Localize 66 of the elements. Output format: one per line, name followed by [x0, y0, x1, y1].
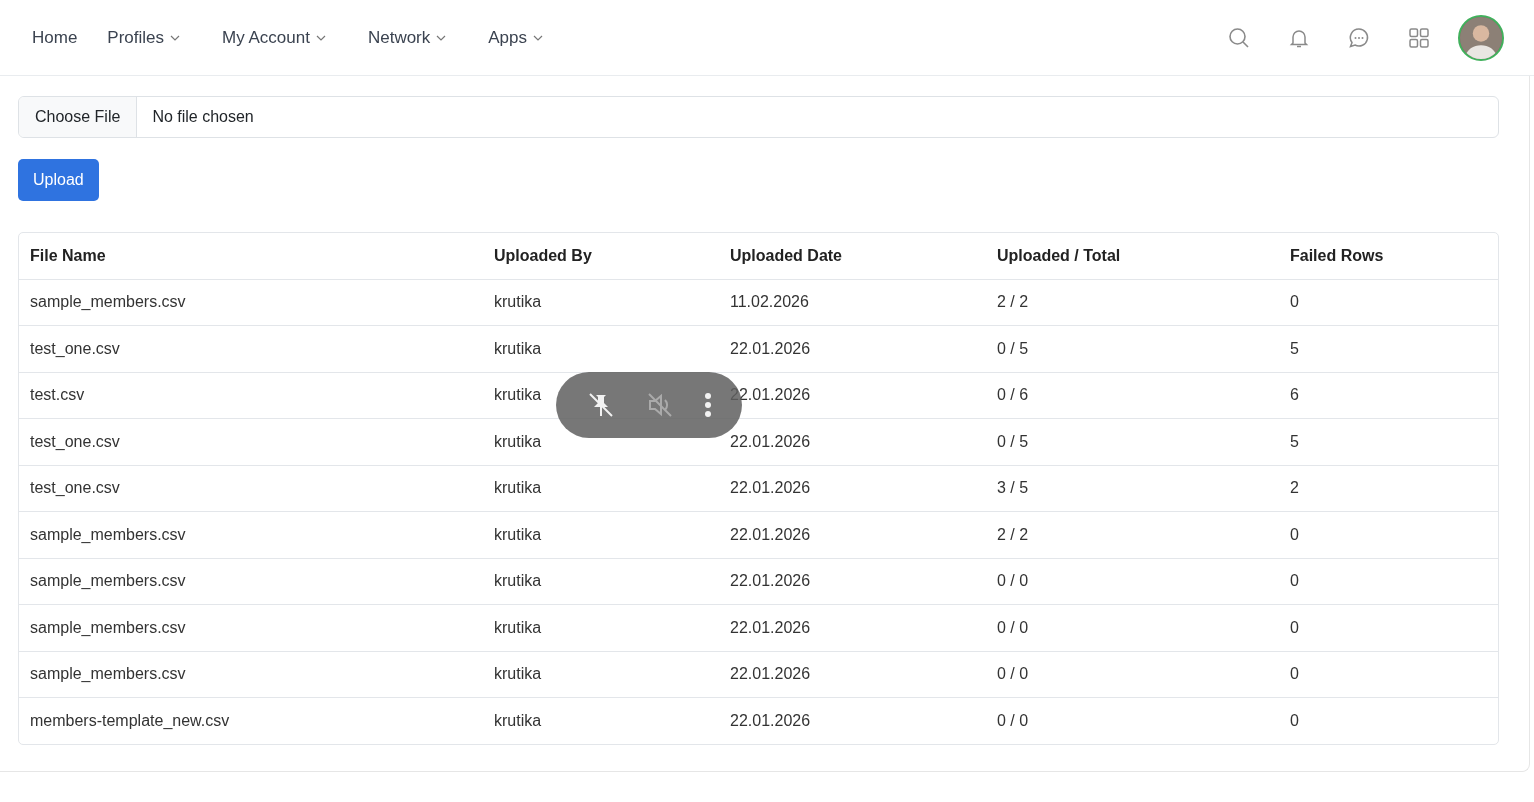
chevron-down-icon: [170, 34, 181, 41]
table-cell: 22.01.2026: [719, 325, 986, 372]
table-cell: 5: [1279, 418, 1498, 465]
table-cell: 0 / 0: [986, 697, 1279, 744]
column-header: Uploaded By: [483, 233, 719, 279]
table-cell: 22.01.2026: [719, 651, 986, 698]
table-cell: 0 / 5: [986, 418, 1279, 465]
table-cell: 22.01.2026: [719, 697, 986, 744]
table-cell: sample_members.csv: [19, 279, 483, 326]
table-cell: 3 / 5: [986, 465, 1279, 512]
table-cell: krutika: [483, 279, 719, 326]
table-cell: krutika: [483, 604, 719, 651]
table-cell: 0 / 5: [986, 325, 1279, 372]
table-cell: 22.01.2026: [719, 465, 986, 512]
chevron-down-icon: [533, 34, 544, 41]
table-cell: 6: [1279, 372, 1498, 419]
table-cell: sample_members.csv: [19, 511, 483, 558]
table-cell: 22.01.2026: [719, 604, 986, 651]
table-cell: members-template_new.csv: [19, 697, 483, 744]
apps-grid-icon[interactable]: [1408, 26, 1430, 49]
nav-link[interactable]: My Account: [222, 24, 326, 51]
column-header: Uploaded / Total: [986, 233, 1279, 279]
table-cell: 0: [1279, 279, 1498, 326]
file-input[interactable]: Choose File No file chosen: [18, 96, 1499, 138]
table-cell: 11.02.2026: [719, 279, 986, 326]
table-cell: 2: [1279, 465, 1498, 512]
nav-link[interactable]: Profiles: [107, 24, 181, 51]
table-cell: krutika: [483, 697, 719, 744]
table-cell: 0: [1279, 511, 1498, 558]
table-cell: test.csv: [19, 372, 483, 419]
nav-link[interactable]: Network: [367, 24, 447, 51]
avatar[interactable]: [1458, 14, 1504, 61]
table-cell: test_one.csv: [19, 325, 483, 372]
search-icon[interactable]: [1228, 26, 1250, 49]
table-cell: sample_members.csv: [19, 651, 483, 698]
table-cell: 0: [1279, 604, 1498, 651]
table-cell: 22.01.2026: [719, 558, 986, 605]
table-cell: 0: [1279, 651, 1498, 698]
table-cell: krutika: [483, 511, 719, 558]
upload-button[interactable]: Upload: [18, 159, 99, 201]
chevron-down-icon: [315, 34, 326, 41]
nav-link[interactable]: Apps: [488, 24, 544, 51]
table-cell: 22.01.2026: [719, 511, 986, 558]
table-cell: krutika: [483, 651, 719, 698]
table-cell: 0 / 0: [986, 604, 1279, 651]
table-cell: 0: [1279, 558, 1498, 605]
chevron-down-icon: [436, 34, 447, 41]
table-cell: 2 / 2: [986, 511, 1279, 558]
table-cell: 0 / 0: [986, 651, 1279, 698]
column-header: Failed Rows: [1279, 233, 1498, 279]
table-cell: sample_members.csv: [19, 558, 483, 605]
more-icon[interactable]: [703, 392, 712, 418]
table-cell: 0: [1279, 697, 1498, 744]
chat-icon[interactable]: [1348, 26, 1370, 49]
table-cell: test_one.csv: [19, 418, 483, 465]
table-cell: test_one.csv: [19, 465, 483, 512]
nav-link[interactable]: Home: [32, 24, 78, 51]
table-cell: 0 / 6: [986, 372, 1279, 419]
table-cell: sample_members.csv: [19, 604, 483, 651]
table-cell: 2 / 2: [986, 279, 1279, 326]
column-header: File Name: [19, 233, 483, 279]
table-cell: 5: [1279, 325, 1498, 372]
table-cell: krutika: [483, 465, 719, 512]
column-header: Uploaded Date: [719, 233, 986, 279]
table-cell: krutika: [483, 558, 719, 605]
table-cell: 0 / 0: [986, 558, 1279, 605]
